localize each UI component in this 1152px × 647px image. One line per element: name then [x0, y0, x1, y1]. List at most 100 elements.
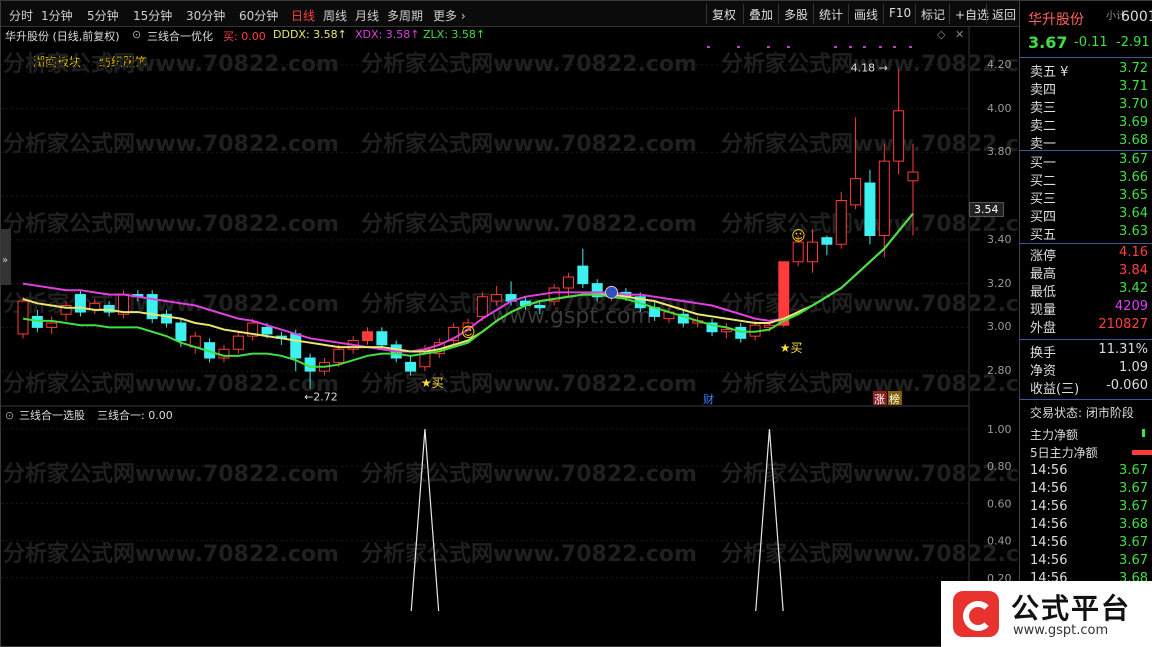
- sub-menu-icon: ⊙: [5, 409, 14, 422]
- stat-row: 最低 3.42: [1030, 281, 1150, 300]
- smiley-icon: ☺: [461, 325, 476, 341]
- ask-row-label: 卖四: [1030, 83, 1057, 98]
- candle-body: [376, 331, 388, 346]
- tick-row-value: 3.67: [1119, 463, 1148, 478]
- signal-dot: [863, 46, 866, 48]
- book-divider: [1020, 399, 1152, 400]
- watermark-text: 分析家公式网www.70822.com: [361, 211, 697, 237]
- tick-row: 14:56 3.67: [1030, 481, 1150, 499]
- stat-row-label: 外盘: [1030, 321, 1057, 336]
- stat2-row: 收益(三) -0.060: [1030, 378, 1150, 397]
- candle-body: [491, 294, 503, 302]
- tick-row-value: 3.67: [1119, 499, 1148, 514]
- stat-row-value: 4209: [1114, 299, 1148, 314]
- ask-row: 卖三 3.70: [1030, 97, 1150, 116]
- candle-body: [232, 335, 244, 350]
- bid-row: 买一 3.67: [1030, 152, 1150, 171]
- bid-row-value: 3.66: [1119, 170, 1148, 185]
- candle-body: [878, 160, 890, 236]
- app-window: 分时 1分钟 5分钟 15分钟 30分钟 60分钟 日线 周线 月线 多周期 更…: [0, 0, 1152, 647]
- candle-body: [821, 237, 833, 245]
- watermark-text: 分析家公式网www.70822.com: [721, 291, 1019, 317]
- expand-arrow-icon: »: [2, 255, 8, 266]
- tick-row-label: 14:56: [1030, 553, 1068, 568]
- tick-row: 14:56 3.68: [1030, 517, 1150, 535]
- stat-row: 涨停 4.16: [1030, 245, 1150, 264]
- divider: [1020, 57, 1152, 58]
- ask-row-value: 3.72: [1119, 61, 1148, 76]
- price-tick-label: 2.80: [987, 364, 1012, 378]
- logo-title: 公式平台: [1011, 592, 1132, 625]
- watermark-text: 分析家公式网www.70822.com: [361, 461, 697, 487]
- sub-axis-label: 0.40: [987, 535, 1012, 548]
- candle-body: [562, 276, 574, 289]
- stat2-row: 净资 1.09: [1030, 360, 1150, 379]
- candle-body: [31, 315, 43, 328]
- candle-body: [792, 241, 804, 263]
- watermark-text: 分析家公式网www.70822.com: [721, 131, 1019, 157]
- stat-row: 最高 3.84: [1030, 263, 1150, 282]
- stat-row-value: 4.16: [1119, 245, 1148, 260]
- book-divider: [1020, 339, 1152, 340]
- ask-row: 卖一 3.68: [1030, 133, 1150, 152]
- ask-row: 卖二 3.69: [1030, 115, 1150, 134]
- stat2-row-label: 换手: [1030, 346, 1057, 361]
- main-net-flow[interactable]: 主力净额: [1030, 426, 1078, 443]
- ask-row: 卖五 ¥ 3.72: [1030, 61, 1150, 80]
- sub-axis-label: 0.60: [987, 497, 1012, 510]
- bid-row-value: 3.63: [1119, 224, 1148, 239]
- stat-row: 现量 4209: [1030, 299, 1150, 318]
- ask-row-value: 3.70: [1119, 97, 1148, 112]
- price-change-pct: -2.91: [1116, 35, 1150, 50]
- stat-row-label: 最高: [1030, 267, 1057, 282]
- tick-row-value: 3.68: [1119, 517, 1148, 532]
- main-net-bar: [1142, 429, 1145, 437]
- tick-row: 14:56 3.67: [1030, 553, 1150, 571]
- tick-row-label: 14:56: [1030, 481, 1068, 496]
- candle-body: [577, 265, 589, 285]
- quote-panel: 华升股份 小计 6001 3.67 -0.11 -2.91 卖五 ¥3.72卖四…: [1019, 1, 1152, 591]
- ranking-badge-text: 榜: [889, 392, 900, 406]
- sub-axis-label: 1.00: [987, 423, 1012, 436]
- sub-chart-title: 三线合一选股: [19, 408, 85, 422]
- stat2-row-label: 收益(三): [1030, 382, 1080, 397]
- signal-dot: [909, 46, 912, 48]
- ask-row: 卖四 3.71: [1030, 79, 1150, 98]
- price-tick-label: 3.80: [987, 145, 1012, 159]
- candle-body: [405, 361, 417, 372]
- stat-row-label: 最低: [1030, 285, 1057, 300]
- low-price-label: ←2.72: [304, 391, 338, 404]
- tick-row-label: 14:56: [1030, 499, 1068, 514]
- signal-dot: [893, 46, 896, 48]
- current-price-tag: 3.54: [969, 202, 1004, 218]
- signal-dot: [834, 46, 837, 48]
- watermark-gspt: www.gspt.com: [491, 304, 652, 329]
- signal-dot: [849, 46, 852, 48]
- high-price-label: 4.18 →: [851, 61, 888, 74]
- stat2-row-value: -0.060: [1106, 378, 1148, 393]
- main-net-flow-5d[interactable]: 5日主力净额: [1030, 444, 1098, 461]
- signal-dot: [879, 46, 882, 48]
- tick-row-value: 3.67: [1119, 553, 1148, 568]
- trade-status: 交易状态: 闭市阶段: [1030, 406, 1134, 420]
- watermark-text: 分析家公式网www.70822.com: [361, 541, 697, 567]
- bid-row: 买四 3.64: [1030, 206, 1150, 225]
- candle-body: [850, 178, 862, 206]
- bid-row-label: 买一: [1030, 156, 1057, 171]
- price-tick-label: 3.40: [987, 232, 1012, 246]
- tick-row-label: 14:56: [1030, 517, 1068, 532]
- candle-body: [74, 294, 86, 313]
- watermark-text: 分析家公式网www.70822.com: [361, 51, 697, 77]
- main-net-5d-bar: [1132, 450, 1152, 455]
- tick-row: 14:56 3.67: [1030, 499, 1150, 517]
- price-change: -0.11: [1074, 35, 1108, 50]
- ask-row-label: 卖二: [1030, 119, 1057, 134]
- buy-signal-marker: ★买: [421, 376, 444, 390]
- gspt-logo-icon: [953, 591, 999, 637]
- tick-row-value: 3.67: [1119, 481, 1148, 496]
- signal-dot: [767, 46, 770, 48]
- bid-row: 买五 3.63: [1030, 224, 1150, 243]
- ask-row-value: 3.68: [1119, 133, 1148, 148]
- candle-body: [476, 296, 488, 317]
- stat-row: 外盘 210827: [1030, 317, 1150, 336]
